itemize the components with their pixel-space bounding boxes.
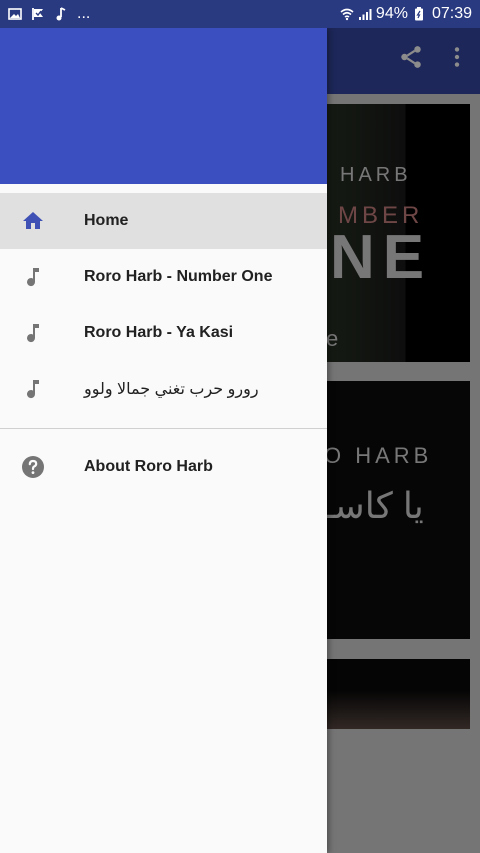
status-left: ... <box>0 5 98 23</box>
battery-icon <box>414 7 423 21</box>
drawer-divider <box>0 428 327 429</box>
drawer-item-number-one[interactable]: Roro Harb - Number One <box>0 249 327 305</box>
check-flag-icon <box>32 8 43 20</box>
battery-percent: 94% <box>375 5 408 22</box>
drawer-item-label: About Roro Harb <box>84 458 213 475</box>
drawer-item-label: رورو حرب تغني جمالا ولوو <box>84 381 259 398</box>
clock: 07:39 <box>431 5 472 22</box>
drawer-item-ya-kasi[interactable]: Roro Harb - Ya Kasi <box>0 305 327 361</box>
signal-icon <box>358 9 372 20</box>
navigation-drawer: Home Roro Harb - Number One Roro Harb - … <box>0 28 327 853</box>
status-bar: ... 94% 07:39 <box>0 0 480 28</box>
drawer-item-label: Roro Harb - Number One <box>84 268 273 285</box>
drawer-secondary-menu: About Roro Harb <box>0 439 327 495</box>
home-icon <box>21 209 45 233</box>
wifi-icon <box>340 8 354 21</box>
drawer-item-label: Home <box>84 212 129 229</box>
help-circle-icon <box>21 455 45 479</box>
drawer-item-label: Roro Harb - Ya Kasi <box>84 324 234 341</box>
drawer-header <box>0 28 327 184</box>
music-note-icon <box>21 377 45 401</box>
drawer-item-arabic-song[interactable]: رورو حرب تغني جمالا ولوو <box>0 361 327 417</box>
image-icon <box>8 8 22 20</box>
status-right: 94% 07:39 <box>332 5 480 23</box>
drawer-item-home[interactable]: Home <box>0 193 327 249</box>
drawer-item-about[interactable]: About Roro Harb <box>0 439 327 495</box>
music-note-icon <box>56 7 66 21</box>
drawer-menu: Home Roro Harb - Number One Roro Harb - … <box>0 193 327 417</box>
music-note-icon <box>21 321 45 345</box>
notification-more: ... <box>77 5 91 22</box>
music-note-icon <box>21 265 45 289</box>
